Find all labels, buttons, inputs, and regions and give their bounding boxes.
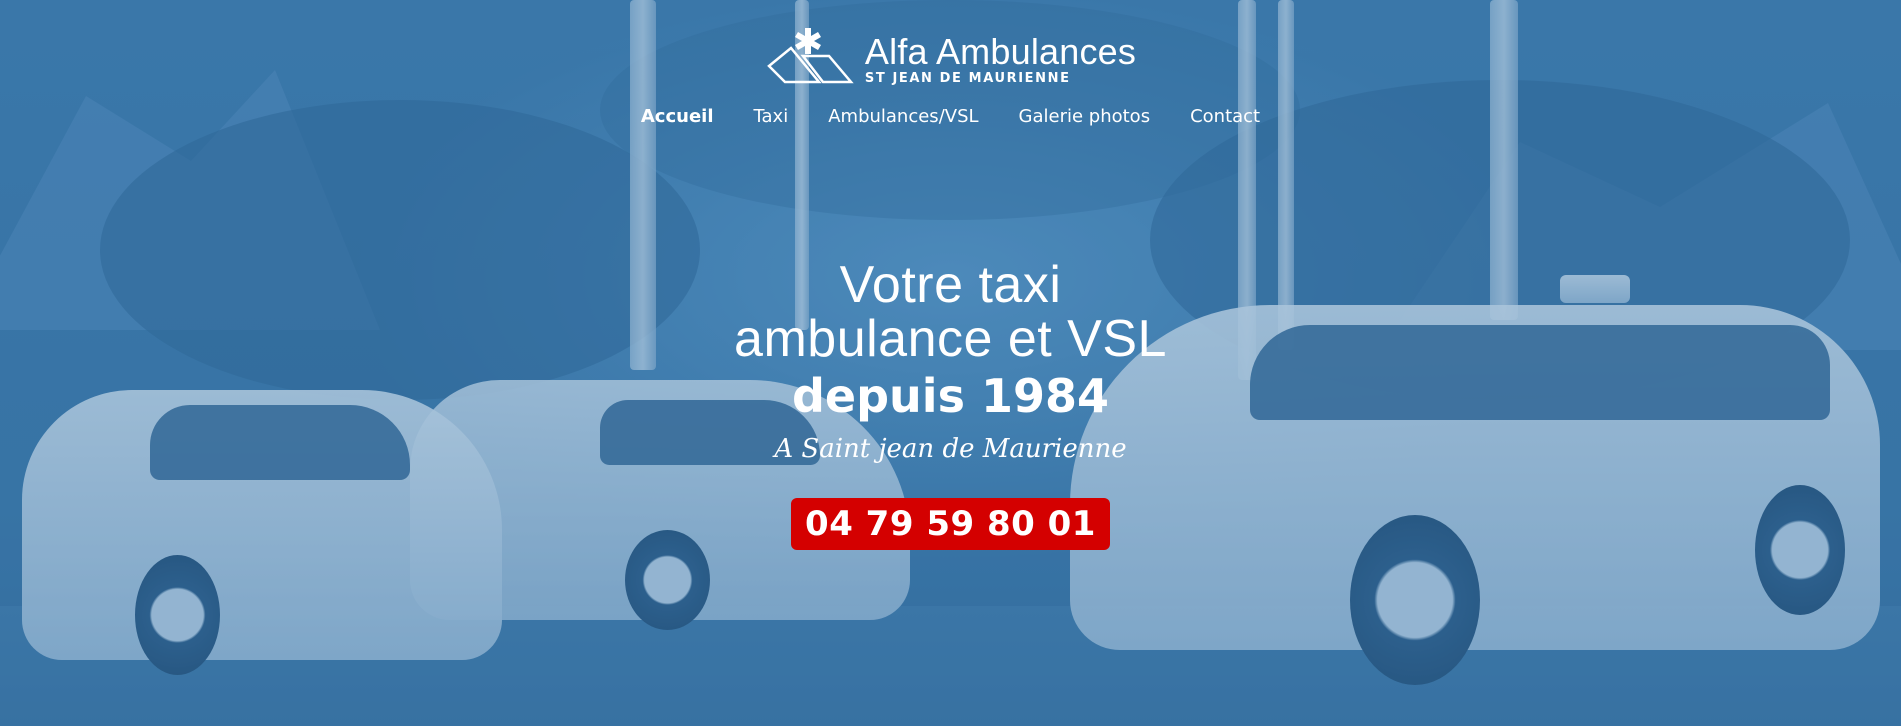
hero-heading-line3: depuis 1984	[792, 369, 1109, 423]
hero-tagline: A Saint jean de Maurienne	[774, 434, 1127, 464]
hero-section: Alfa Ambulances ST JEAN DE MAURIENNE Acc…	[0, 0, 1901, 726]
logo[interactable]: Alfa Ambulances ST JEAN DE MAURIENNE	[765, 24, 1136, 86]
star-of-life-icon	[767, 28, 854, 84]
hero-content: Votre taxi ambulance et VSL depuis 1984 …	[0, 258, 1901, 550]
main-nav: Accueil Taxi Ambulances/VSL Galerie phot…	[641, 106, 1260, 127]
nav-item-accueil[interactable]: Accueil	[641, 106, 714, 127]
phone-call-button[interactable]: 04 79 59 80 01	[791, 498, 1110, 550]
brand-subtitle: ST JEAN DE MAURIENNE	[864, 71, 1071, 86]
nav-item-contact[interactable]: Contact	[1190, 106, 1260, 127]
nav-item-galerie-photos[interactable]: Galerie photos	[1019, 106, 1151, 127]
brand-name: Alfa Ambulances	[864, 31, 1137, 72]
hero-heading-line1: Votre taxi	[839, 256, 1062, 314]
site-header: Alfa Ambulances ST JEAN DE MAURIENNE Acc…	[0, 0, 1901, 127]
nav-item-ambulances-vsl[interactable]: Ambulances/VSL	[828, 106, 978, 127]
nav-item-taxi[interactable]: Taxi	[754, 106, 789, 127]
hero-heading-line2: ambulance et VSL	[734, 310, 1167, 368]
